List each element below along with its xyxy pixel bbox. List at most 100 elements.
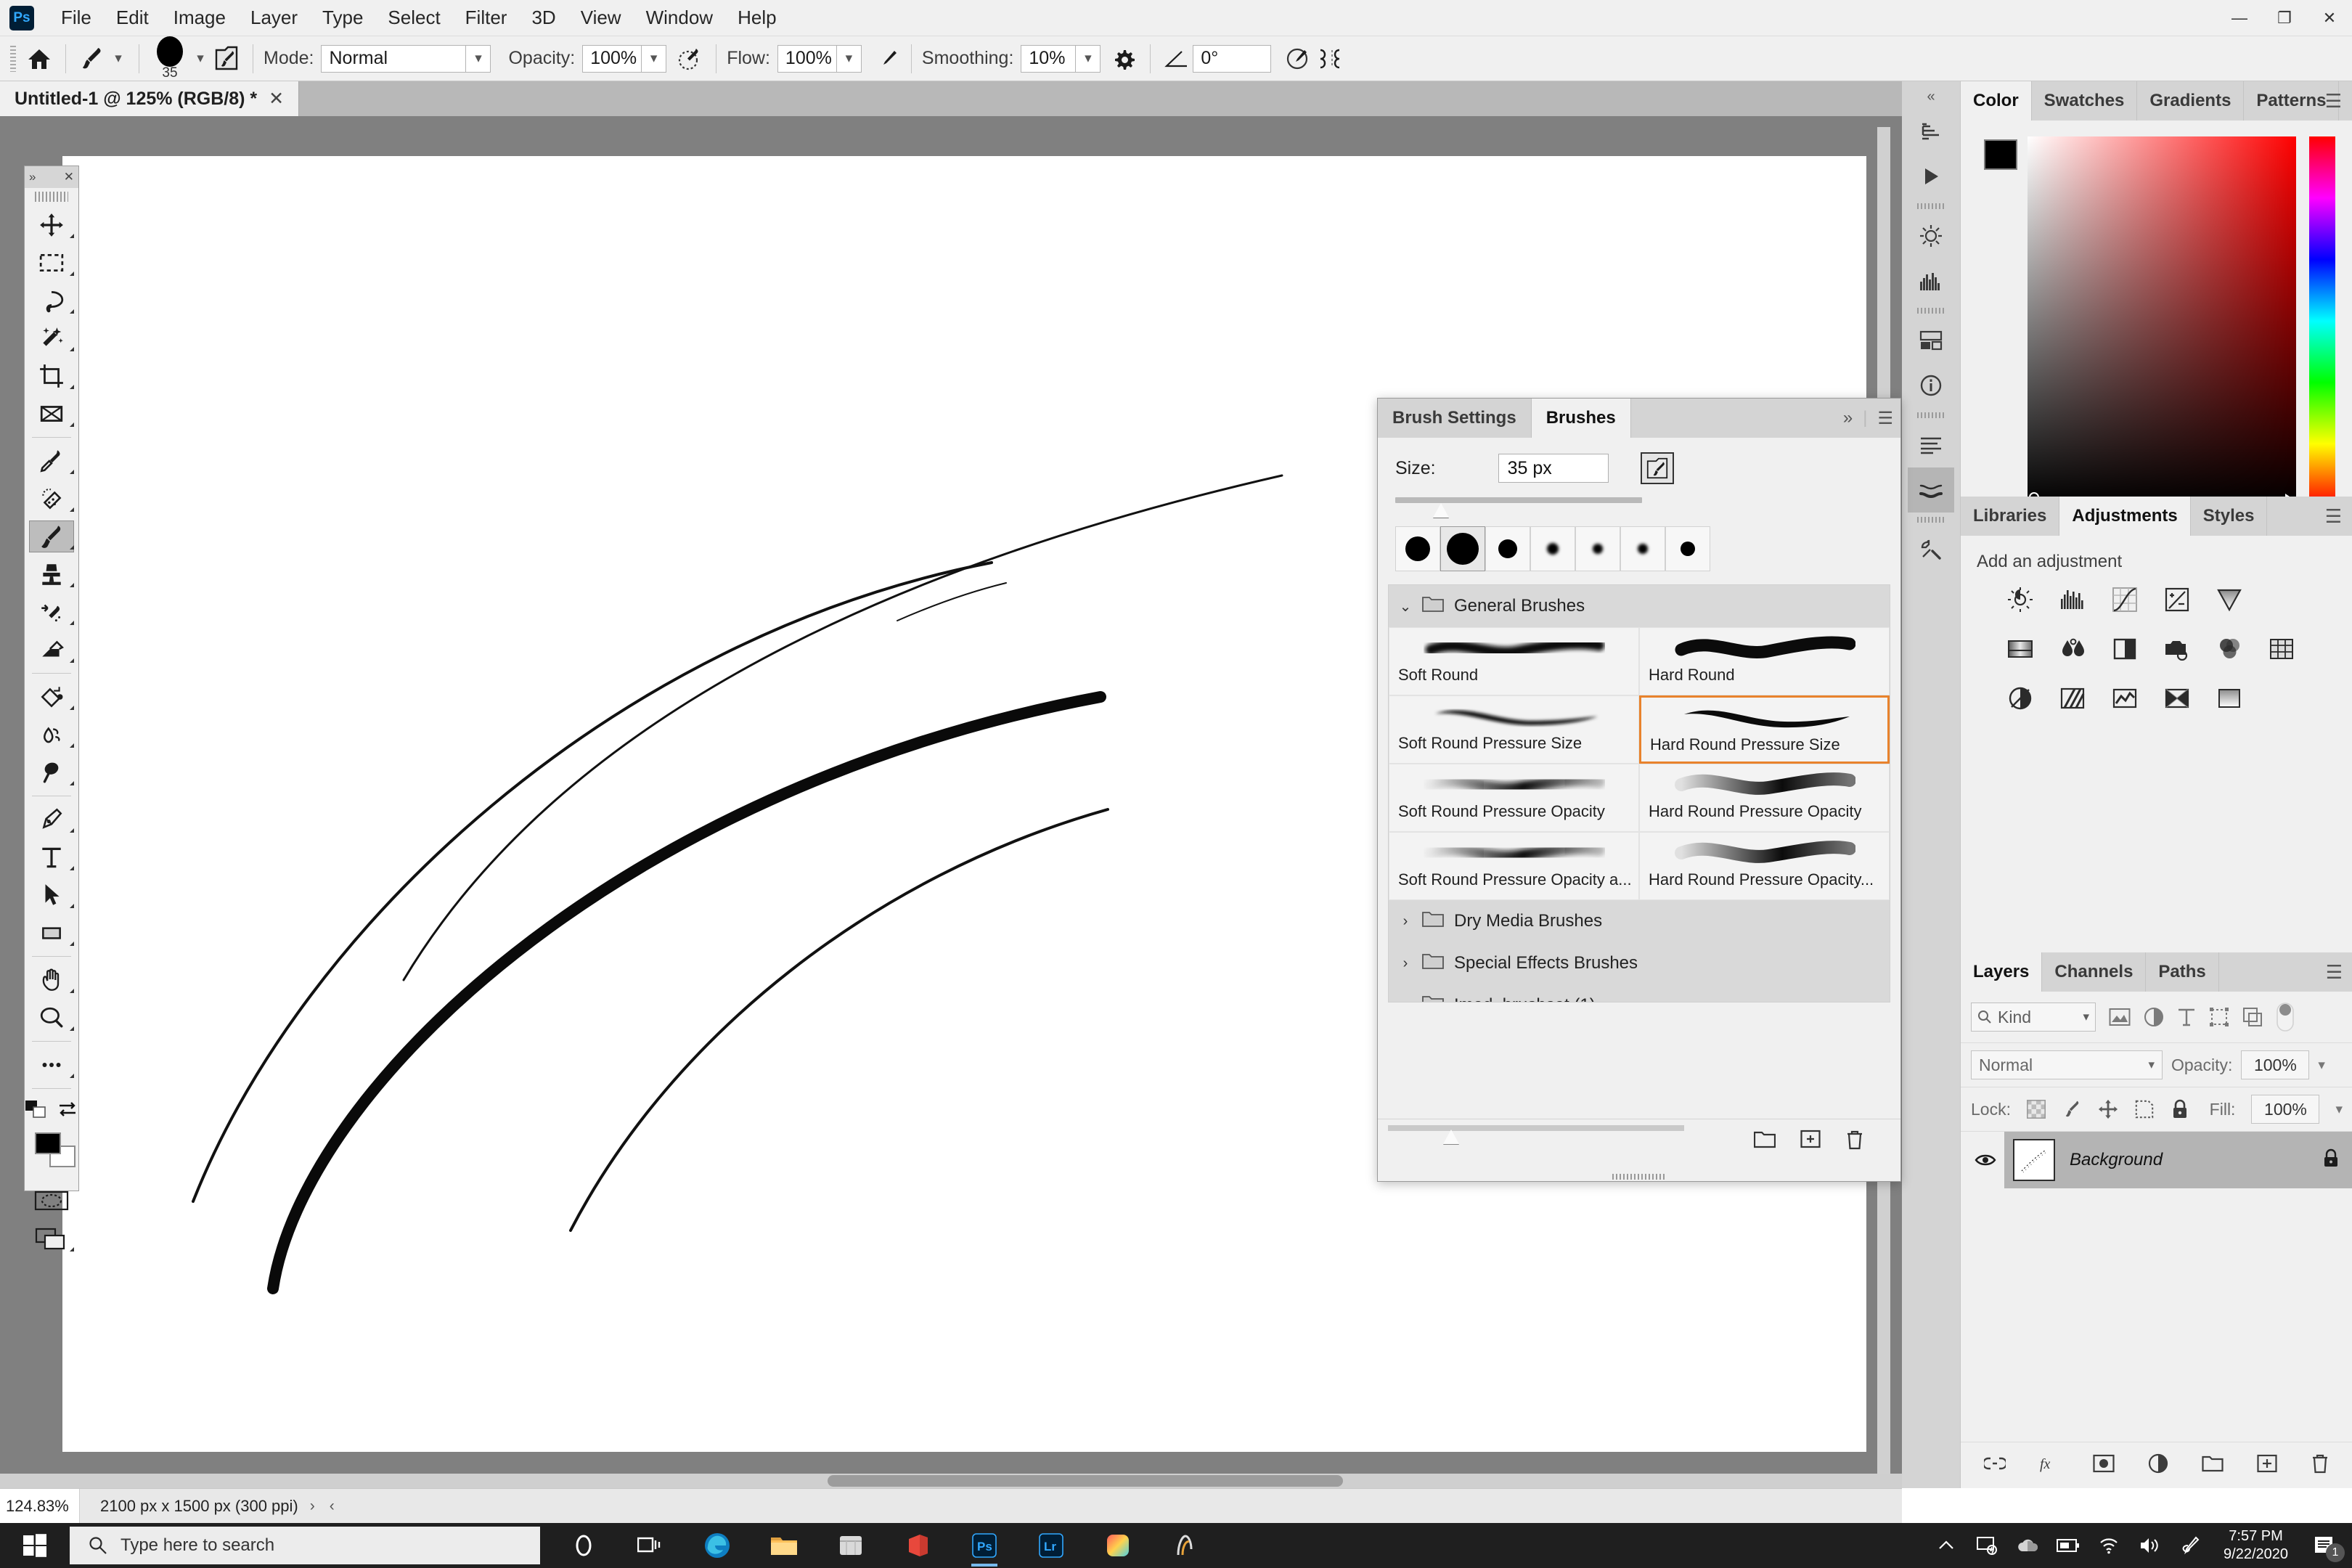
type-filter-icon[interactable] bbox=[2177, 1007, 2196, 1027]
opacity-input[interactable]: 100% bbox=[582, 44, 642, 73]
brush-preset-item[interactable]: Soft Round bbox=[1389, 627, 1639, 695]
wifi-icon[interactable] bbox=[2088, 1523, 2129, 1568]
layer-visibility-eye-icon[interactable] bbox=[1967, 1152, 2004, 1168]
document-tab[interactable]: Untitled-1 @ 125% (RGB/8) * ✕ bbox=[0, 81, 300, 116]
foreground-color-swatch[interactable] bbox=[35, 1132, 61, 1154]
shape-filter-icon[interactable] bbox=[2209, 1007, 2229, 1027]
home-icon[interactable] bbox=[23, 43, 55, 75]
dodge-tool[interactable] bbox=[25, 754, 78, 791]
lock-transparency-icon[interactable] bbox=[2026, 1100, 2046, 1119]
quick-mask-button[interactable] bbox=[25, 1182, 78, 1220]
brush-tip-preset[interactable] bbox=[1575, 526, 1620, 571]
lock-image-icon[interactable] bbox=[2062, 1099, 2082, 1119]
status-prev-arrow-icon[interactable]: ‹ bbox=[327, 1498, 346, 1515]
layer-opacity-input[interactable]: 100% bbox=[2241, 1050, 2310, 1079]
cortana-icon[interactable] bbox=[550, 1523, 617, 1568]
layer-row-body[interactable]: Background bbox=[2004, 1132, 2352, 1188]
brush-size-slider-thumb[interactable] bbox=[1433, 503, 1449, 518]
hue-saturation-icon[interactable] bbox=[2004, 633, 2036, 665]
layer-fill-caret-icon[interactable]: ▾ bbox=[2335, 1101, 2343, 1118]
chevron-down-icon[interactable]: ⌄ bbox=[1399, 597, 1412, 616]
frame-tool[interactable] bbox=[25, 395, 78, 433]
adjustments-panel-menu-icon[interactable]: ☰ bbox=[2325, 497, 2342, 536]
layer-blend-mode-select[interactable]: Normal ▾ bbox=[1971, 1050, 2163, 1079]
layer-thumbnail[interactable] bbox=[2013, 1139, 2055, 1181]
screen-mode-button[interactable] bbox=[25, 1220, 78, 1257]
brush-group-row[interactable]: ⌄ General Brushes bbox=[1389, 585, 1890, 627]
maximize-button[interactable]: ❐ bbox=[2262, 0, 2307, 36]
tab-layers[interactable]: Layers bbox=[1961, 952, 2043, 992]
new-brush-icon[interactable] bbox=[1640, 452, 1674, 484]
posterize-icon[interactable] bbox=[2057, 682, 2088, 714]
color-picker-field[interactable] bbox=[2028, 136, 2296, 505]
opacity-caret-icon[interactable]: ▾ bbox=[642, 44, 667, 73]
menu-help[interactable]: Help bbox=[725, 0, 788, 36]
menu-3d[interactable]: 3D bbox=[519, 0, 568, 36]
tab-gradients[interactable]: Gradients bbox=[2137, 81, 2245, 121]
new-group-icon[interactable] bbox=[1753, 1130, 1776, 1153]
smoothing-input[interactable]: 10% bbox=[1021, 44, 1077, 73]
capture-icon[interactable] bbox=[1151, 1523, 1218, 1568]
tab-channels[interactable]: Channels bbox=[2042, 952, 2147, 992]
healing-brush-tool[interactable] bbox=[25, 480, 78, 518]
brush-settings-panel-icon[interactable] bbox=[211, 43, 242, 75]
menu-image[interactable]: Image bbox=[161, 0, 238, 36]
brush-preset-item[interactable]: Hard Round bbox=[1639, 627, 1890, 695]
layer-name[interactable]: Background bbox=[2070, 1150, 2308, 1170]
eraser-tool[interactable] bbox=[25, 631, 78, 669]
close-button[interactable]: ✕ bbox=[2307, 0, 2352, 36]
layers-panel-menu-icon[interactable]: ☰ bbox=[2326, 952, 2343, 992]
flow-caret-icon[interactable]: ▾ bbox=[836, 44, 862, 73]
gradient-tool[interactable] bbox=[25, 678, 78, 716]
brush-preset-item[interactable]: Hard Round Pressure Opacity... bbox=[1639, 832, 1890, 900]
rectangle-tool[interactable] bbox=[25, 914, 78, 952]
brush-preset-item[interactable]: Soft Round Pressure Size bbox=[1389, 695, 1639, 764]
brush-list[interactable]: ⌄ General Brushes Soft Round Hard Round Soft… bbox=[1388, 584, 1890, 1003]
pen-icon[interactable] bbox=[2170, 1523, 2210, 1568]
taskbar-clock[interactable]: 7:57 PM 9/22/2020 bbox=[2210, 1527, 2301, 1564]
move-tool[interactable] bbox=[25, 206, 78, 244]
brush-preset-item[interactable]: Soft Round Pressure Opacity bbox=[1389, 764, 1639, 832]
taskbar-search-box[interactable]: Type here to search bbox=[70, 1527, 540, 1564]
info-panel-icon[interactable] bbox=[1908, 363, 1954, 408]
channel-mixer-icon[interactable] bbox=[2213, 633, 2245, 665]
character-panel-icon[interactable] bbox=[1908, 422, 1954, 467]
new-layer-icon[interactable] bbox=[2257, 1454, 2277, 1477]
menu-view[interactable]: View bbox=[568, 0, 634, 36]
gradient-map-icon[interactable] bbox=[2213, 682, 2245, 714]
show-hidden-icons-chevron[interactable] bbox=[1926, 1523, 1967, 1568]
layer-comps-icon[interactable] bbox=[1908, 318, 1954, 363]
close-icon[interactable]: ✕ bbox=[64, 170, 74, 184]
options-bar-grip[interactable] bbox=[10, 45, 16, 72]
adjustment-filter-icon[interactable] bbox=[2144, 1007, 2164, 1027]
invert-icon[interactable] bbox=[2004, 682, 2036, 714]
delete-icon[interactable] bbox=[1845, 1130, 1864, 1153]
flow-input[interactable]: 100% bbox=[777, 44, 837, 73]
play-action-icon[interactable] bbox=[1908, 154, 1954, 199]
display-icon[interactable] bbox=[1967, 1523, 2007, 1568]
exposure-icon[interactable] bbox=[2161, 584, 2193, 616]
lock-artboard-icon[interactable] bbox=[2134, 1099, 2155, 1119]
hand-tool[interactable] bbox=[25, 961, 78, 999]
menu-layer[interactable]: Layer bbox=[238, 0, 310, 36]
brush-preset-item[interactable]: Hard Round Pressure Opacity bbox=[1639, 764, 1890, 832]
menu-filter[interactable]: Filter bbox=[453, 0, 520, 36]
brush-tool-dropdown-caret[interactable]: ▾ bbox=[108, 45, 128, 73]
close-icon[interactable]: ✕ bbox=[269, 88, 284, 110]
gear-icon[interactable] bbox=[1108, 43, 1140, 75]
tab-paths[interactable]: Paths bbox=[2146, 952, 2219, 992]
tools-panel-grip[interactable] bbox=[35, 192, 68, 202]
smoothing-caret-icon[interactable]: ▾ bbox=[1076, 44, 1101, 73]
blend-mode-select[interactable]: Normal bbox=[321, 44, 467, 73]
tab-libraries[interactable]: Libraries bbox=[1961, 497, 2060, 536]
zoom-level-input[interactable]: 124.83% bbox=[0, 1488, 80, 1524]
threshold-icon[interactable] bbox=[2109, 682, 2141, 714]
battery-icon[interactable] bbox=[2048, 1523, 2088, 1568]
blur-tool[interactable] bbox=[25, 716, 78, 754]
blend-mode-caret-icon[interactable]: ▾ bbox=[466, 44, 491, 73]
menu-window[interactable]: Window bbox=[634, 0, 725, 36]
delete-layer-icon[interactable] bbox=[2311, 1453, 2329, 1477]
action-center-icon[interactable]: 1 bbox=[2301, 1523, 2348, 1568]
menu-select[interactable]: Select bbox=[375, 0, 452, 36]
link-layers-icon[interactable] bbox=[1982, 1455, 2008, 1475]
